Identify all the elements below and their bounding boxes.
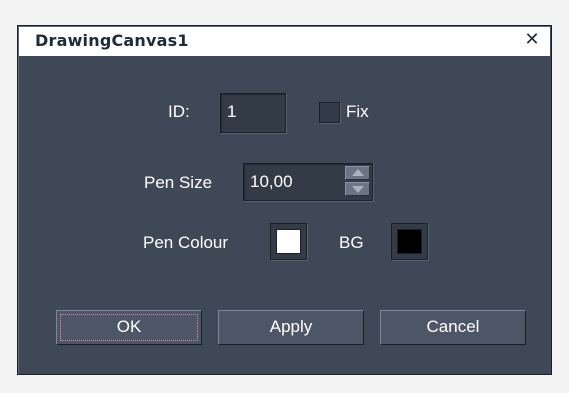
ok-button-label: OK: [116, 317, 142, 336]
bg-label: BG: [339, 233, 364, 252]
title-bar[interactable]: DrawingCanvas1 ✕: [19, 27, 550, 56]
apply-button[interactable]: Apply: [218, 310, 364, 345]
pen-size-input[interactable]: 10,00: [243, 163, 373, 201]
apply-button-label: Apply: [269, 317, 313, 336]
spin-up-button[interactable]: [345, 166, 370, 180]
fix-label: Fix: [346, 102, 369, 121]
fix-checkbox[interactable]: [319, 102, 340, 123]
cancel-button-label: Cancel: [426, 317, 480, 336]
id-label: ID:: [168, 102, 190, 121]
drawing-canvas-dialog: DrawingCanvas1 ✕ ID: 1 Fix Pen Size 10,0…: [17, 25, 552, 375]
pen-colour-swatch: [276, 229, 301, 254]
pen-colour-label: Pen Colour: [143, 233, 229, 252]
triangle-up-icon: [352, 169, 364, 176]
screen: DrawingCanvas1 ✕ ID: 1 Fix Pen Size 10,0…: [0, 0, 569, 393]
bg-colour-swatch: [397, 229, 422, 254]
pen-colour-button[interactable]: [270, 223, 307, 260]
triangle-down-icon: [352, 186, 364, 193]
ok-button[interactable]: OK: [56, 310, 202, 345]
close-icon[interactable]: ✕: [523, 31, 541, 49]
bg-colour-button[interactable]: [391, 223, 428, 260]
cancel-button[interactable]: Cancel: [380, 310, 526, 345]
id-input[interactable]: 1: [220, 93, 286, 133]
pen-size-label: Pen Size: [144, 173, 213, 192]
pen-size-value: 10,00: [250, 172, 293, 191]
spin-down-button[interactable]: [345, 182, 370, 196]
dialog-title: DrawingCanvas1: [35, 31, 189, 50]
